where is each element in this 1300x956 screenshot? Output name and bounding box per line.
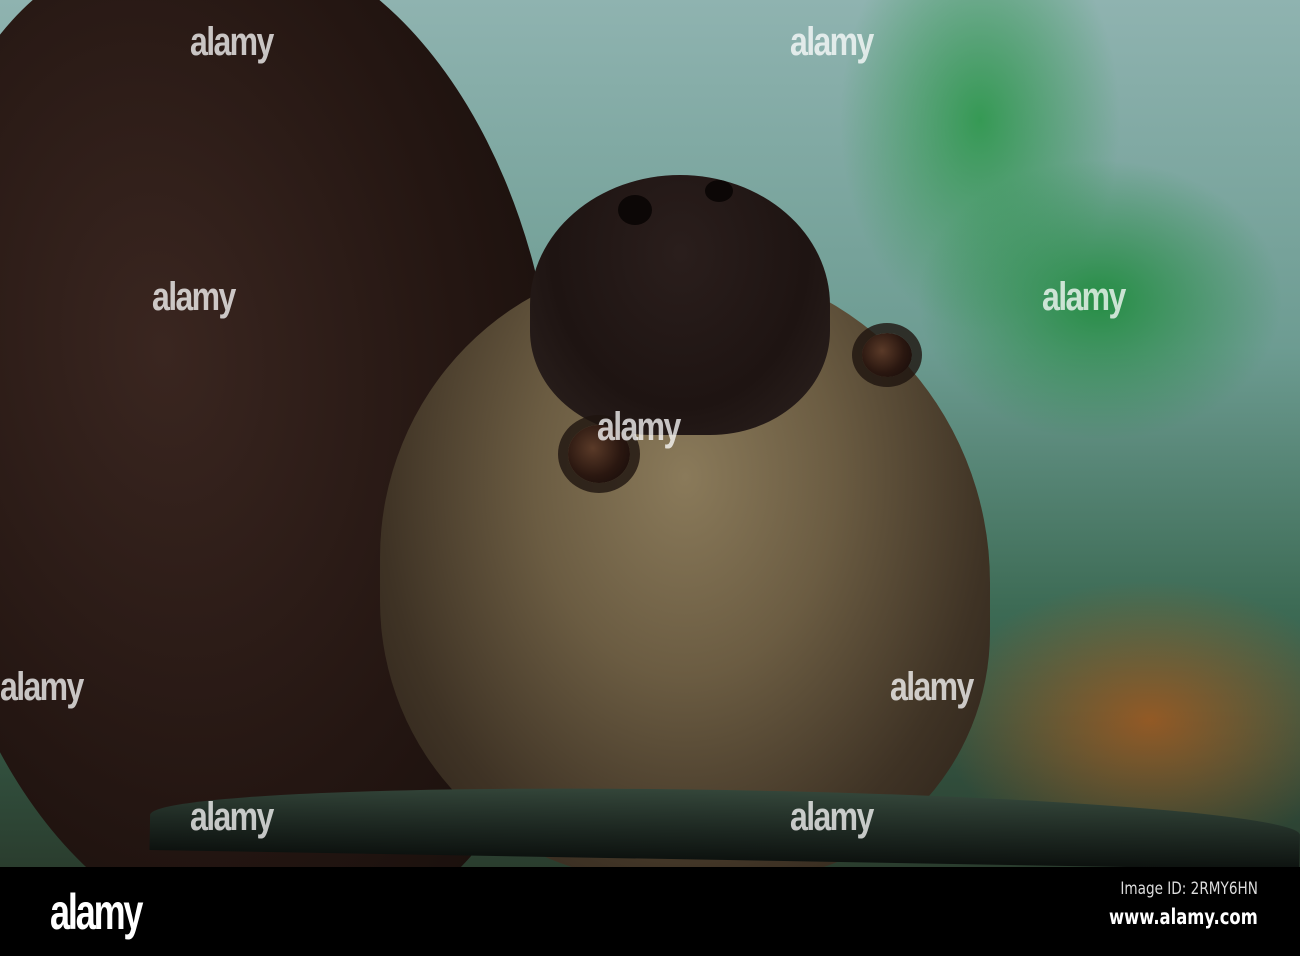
watermark: alamy [1042,275,1126,319]
watermark: alamy [790,795,874,839]
sloth-snout [530,175,830,435]
image-id: Image ID: 2RMY6HN [1120,879,1258,899]
watermark: alamy [152,275,236,319]
nostril [705,180,733,202]
alamy-logo: alamy [50,884,143,940]
nostril [618,195,652,225]
watermark: alamy [190,795,274,839]
footer-bar: alamy Image ID: 2RMY6HN www.alamy.com [0,867,1300,956]
watermark: alamy [190,20,274,64]
watermark: alamy [890,665,974,709]
sloth-photo: alamy alamy alamy alamy alamy alamy alam… [0,0,1300,867]
watermark: alamy [790,20,874,64]
sloth-eye [862,333,912,377]
watermark: alamy [597,405,681,449]
website-link[interactable]: www.alamy.com [1109,905,1258,929]
watermark: alamy [0,665,84,709]
